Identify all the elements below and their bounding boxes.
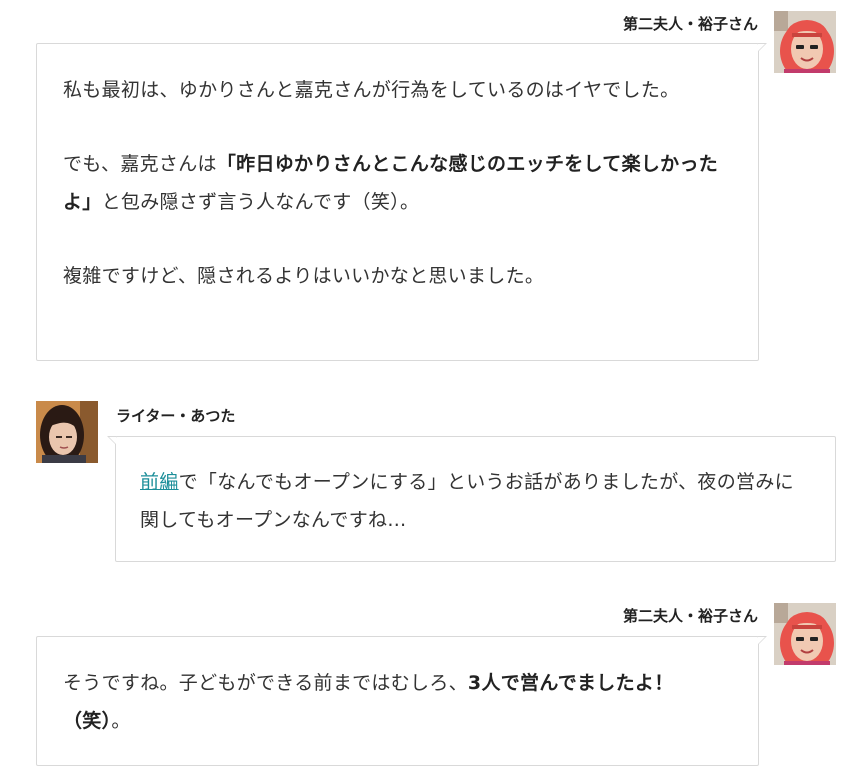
message-paragraph: 前編で「なんでもオープンにする」というお話がありましたが、夜の営みに関してもオー… [140,471,794,531]
previous-part-link[interactable]: 前編 [140,471,179,493]
message-paragraph: でも、嘉克さんは「昨日ゆかりさんとこんな感じのエッチをして楽しかったよ」と包み隠… [63,153,719,213]
speaker-name: 第二夫人・裕子さん [622,15,758,33]
message-bubble: 私も最初は、ゆかりさんと嘉克さんが行為をしているのはイヤでした。 でも、嘉克さん… [36,43,767,361]
speaker-name: 第二夫人・裕子さん [622,607,758,625]
bubble-tail [107,436,116,445]
message-bubble: そうですね。子どもができる前まではむしろ、3人で営んでましたよ！（笑）。 [36,636,767,766]
speaker-name: ライター・あつた [116,407,236,425]
bubble-tail [758,43,767,52]
message-bubble: 前編で「なんでもオープンにする」というお話がありましたが、夜の営みに関してもオー… [107,436,836,562]
message-paragraph: 複雑ですけど、隠されるよりはいいかなと思いました。 [63,265,545,287]
yuko-avatar [774,603,836,665]
yuko-avatar [774,11,836,73]
bubble-tail [758,636,767,645]
message-paragraph: そうですね。子どもができる前まではむしろ、3人で営んでましたよ！（笑）。 [63,672,674,732]
atsuta-avatar [36,401,98,463]
message-paragraph: 私も最初は、ゆかりさんと嘉克さんが行為をしているのはイヤでした。 [63,79,680,101]
